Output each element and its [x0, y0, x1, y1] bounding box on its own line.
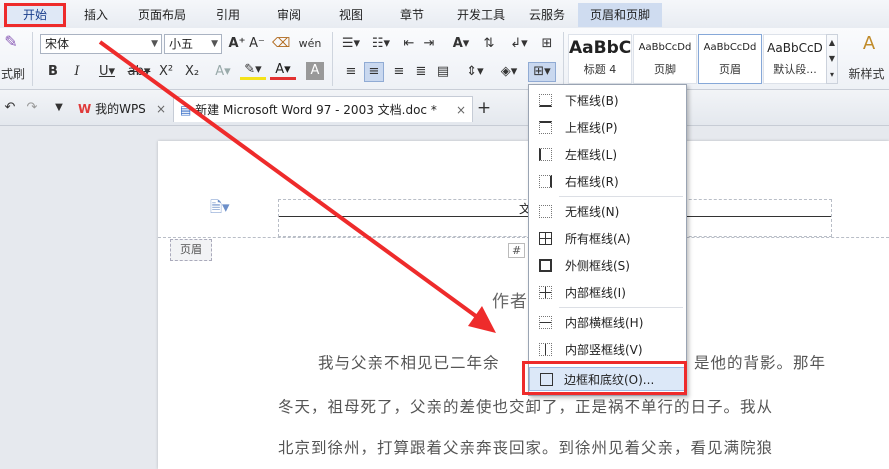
arrow-head	[468, 306, 496, 333]
annotation-arrow	[98, 40, 496, 333]
arrow-shaft	[98, 40, 486, 324]
